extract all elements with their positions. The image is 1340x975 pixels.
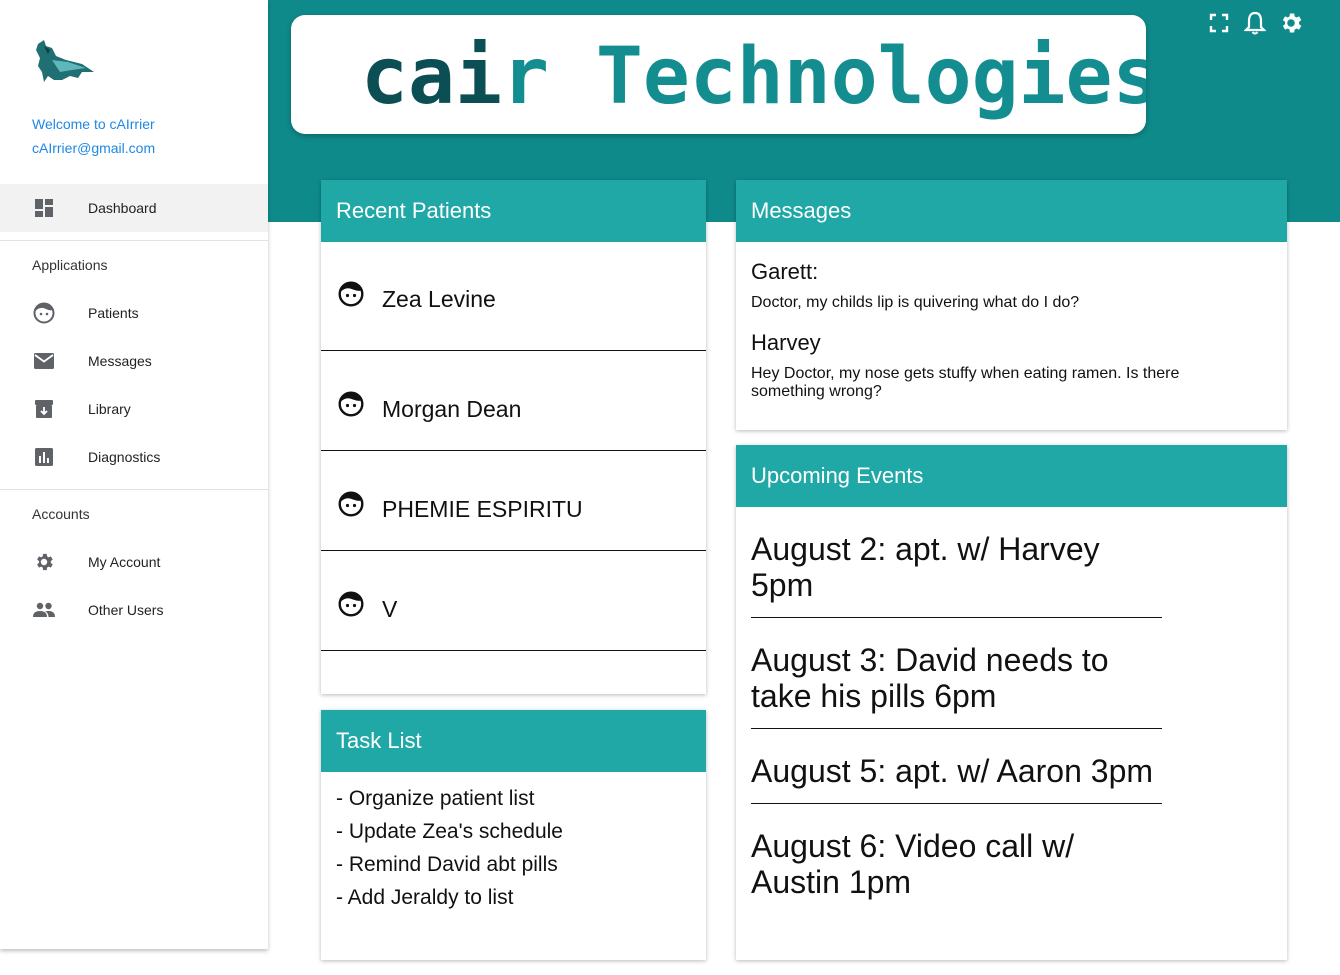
task-item: - Remind David abt pills <box>336 853 558 876</box>
face-icon <box>338 491 364 517</box>
bird-logo-icon <box>32 36 98 90</box>
archive-icon <box>32 397 56 421</box>
mail-icon <box>32 349 56 373</box>
message-item[interactable]: Harvey Hey Doctor, my nose gets stuffy w… <box>736 312 1287 401</box>
bar-chart-icon <box>32 445 56 469</box>
welcome-text: Welcome to cAIrrier <box>32 116 155 132</box>
section-title-accounts: Accounts <box>32 506 90 522</box>
brand-prefix: c <box>361 32 408 122</box>
sidebar-item-label: Dashboard <box>88 200 157 216</box>
messages-card: Messages Garett: Doctor, my childs lip i… <box>736 180 1287 430</box>
face-icon <box>338 591 364 617</box>
event-item[interactable]: August 3: David needs to take his pills … <box>751 618 1162 729</box>
brand-suffix: r Technologies <box>502 32 1146 122</box>
message-sender: Harvey <box>751 330 821 355</box>
brand-ai: ai <box>408 32 502 122</box>
face-icon <box>338 281 364 307</box>
patient-row[interactable]: V <box>321 551 706 651</box>
task-item: - Add Jeraldy to list <box>336 886 514 909</box>
event-item[interactable]: August 5: apt. w/ Aaron 3pm <box>751 729 1162 804</box>
card-title: Task List <box>321 710 706 772</box>
recent-patients-card: Recent Patients Zea Levine Morgan Dean P… <box>321 180 706 694</box>
event-item[interactable]: August 6: Video call w/ Austin 1pm <box>751 804 1162 914</box>
sidebar-item-label: Library <box>88 401 131 417</box>
people-icon <box>32 598 56 622</box>
sidebar-item-my-account[interactable]: My Account <box>0 538 268 586</box>
task-item: - Update Zea's schedule <box>336 820 563 843</box>
sidebar-item-label: Diagnostics <box>88 449 161 465</box>
message-text: Doctor, my childs lip is quivering what … <box>751 294 1080 311</box>
gear-icon[interactable] <box>1278 10 1304 36</box>
patient-name: Zea Levine <box>382 286 496 312</box>
divider <box>0 240 268 241</box>
patient-row[interactable]: Morgan Dean <box>321 351 706 451</box>
sidebar-item-messages[interactable]: Messages <box>0 337 268 385</box>
upcoming-events-card: Upcoming Events August 2: apt. w/ Harvey… <box>736 445 1287 960</box>
sidebar-item-label: Other Users <box>88 602 164 618</box>
sidebar-item-patients[interactable]: Patients <box>0 289 268 337</box>
bell-icon[interactable] <box>1242 10 1268 36</box>
top-toolbar <box>1206 10 1304 36</box>
sidebar-item-diagnostics[interactable]: Diagnostics <box>0 433 268 481</box>
card-title: Messages <box>736 180 1287 242</box>
face-icon <box>338 391 364 417</box>
sidebar-item-label: Patients <box>88 305 139 321</box>
sidebar-item-dashboard[interactable]: Dashboard <box>0 184 268 232</box>
task-list-card: Task List - Organize patient list - Upda… <box>321 710 706 960</box>
patient-name: Morgan Dean <box>382 396 522 422</box>
task-item: - Organize patient list <box>336 787 535 810</box>
divider <box>0 489 268 490</box>
sidebar-item-other-users[interactable]: Other Users <box>0 586 268 634</box>
patient-row[interactable]: Zea Levine <box>321 242 706 351</box>
dashboard-icon <box>32 196 56 220</box>
sidebar-item-label: My Account <box>88 554 161 570</box>
message-sender: Garett: <box>751 259 819 284</box>
section-title-applications: Applications <box>32 257 108 273</box>
patient-row[interactable]: PHEMIE ESPIRITU <box>321 451 706 551</box>
message-text: Hey Doctor, my nose gets stuffy when eat… <box>751 365 1180 400</box>
message-item[interactable]: Garett: Doctor, my childs lip is quiveri… <box>736 242 1287 312</box>
fullscreen-icon[interactable] <box>1206 10 1232 36</box>
sidebar-item-library[interactable]: Library <box>0 385 268 433</box>
patient-name: PHEMIE ESPIRITU <box>382 496 583 522</box>
card-title: Recent Patients <box>321 180 706 242</box>
patient-name: V <box>382 596 398 622</box>
card-title: Upcoming Events <box>736 445 1287 507</box>
gear-icon <box>32 550 56 574</box>
sidebar: Welcome to cAIrrier cAIrrier@gmail.com D… <box>0 0 268 949</box>
sidebar-item-label: Messages <box>88 353 152 369</box>
brand-logo: c ai r Technologies <box>361 32 1146 122</box>
user-email[interactable]: cAIrrier@gmail.com <box>32 140 155 156</box>
face-icon <box>32 301 56 325</box>
event-item[interactable]: August 2: apt. w/ Harvey 5pm <box>751 507 1162 618</box>
brand-banner: c ai r Technologies <box>291 15 1146 134</box>
